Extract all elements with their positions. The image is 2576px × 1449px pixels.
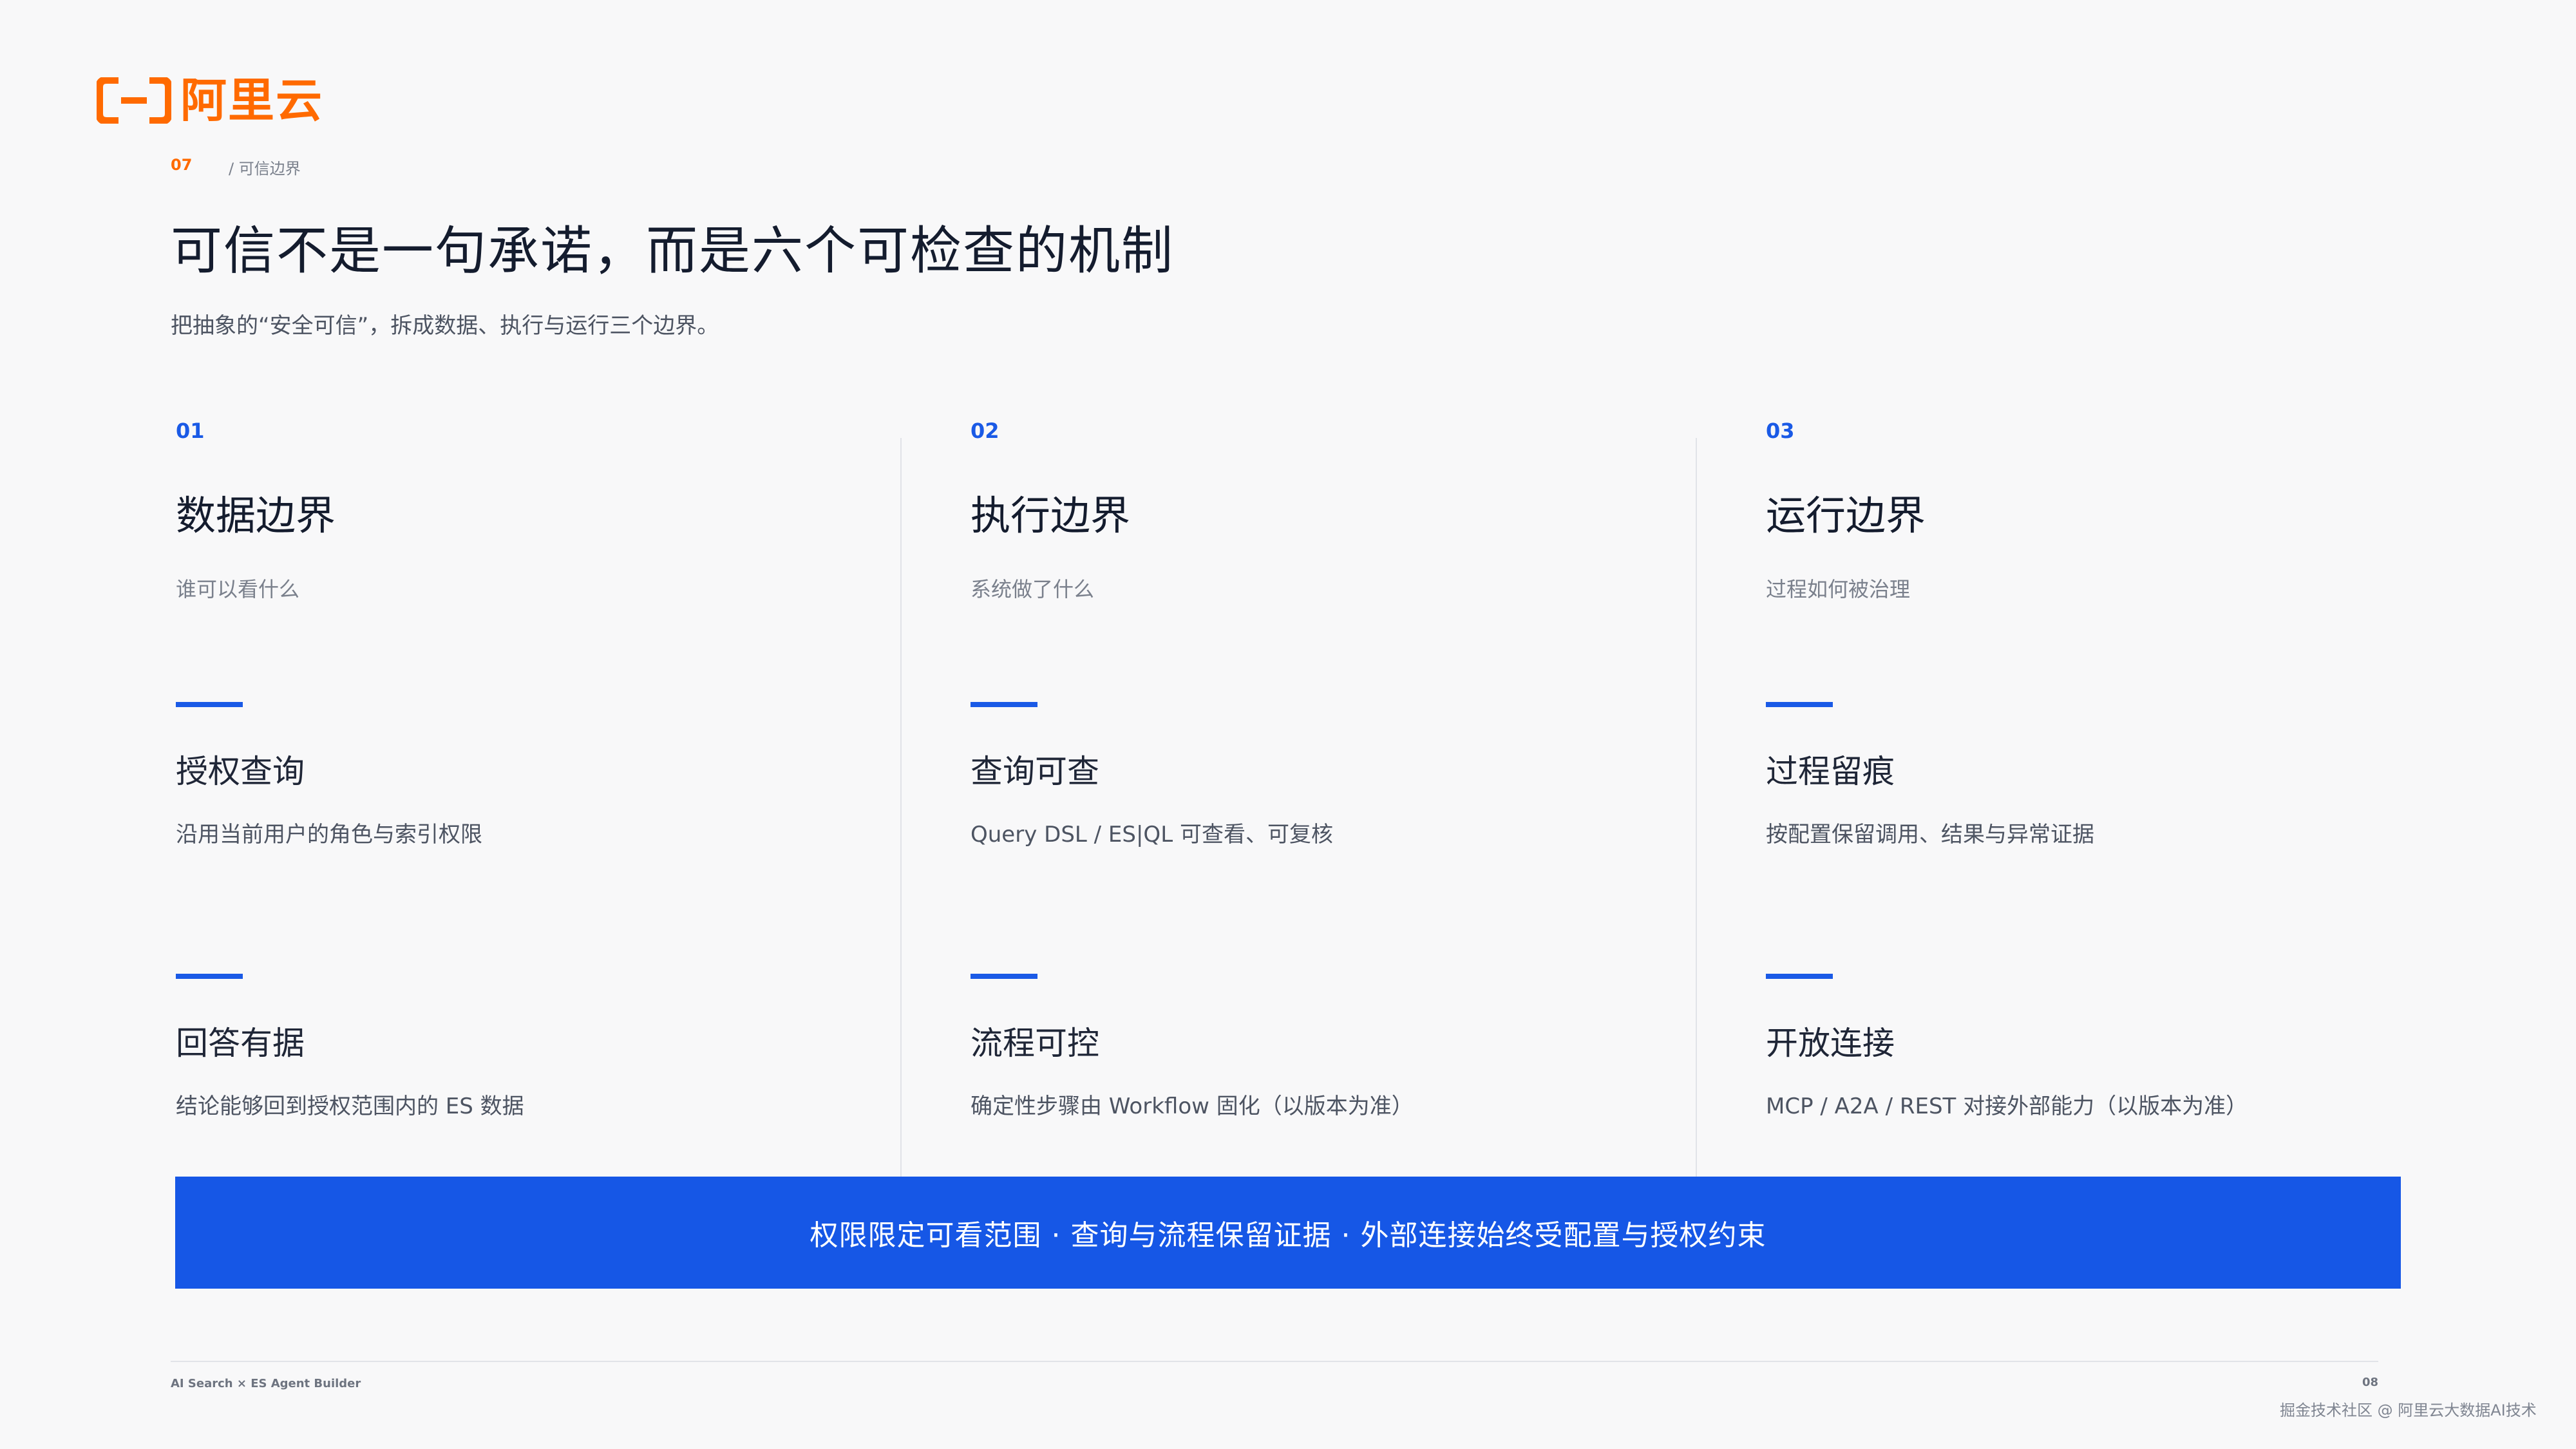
mechanism-title: 授权查询 [176, 753, 305, 790]
mechanism-title: 流程可控 [971, 1025, 1099, 1062]
accent-bar [1766, 702, 1833, 707]
mechanism-item: 开放连接 MCP / A2A / REST 对接外部能力（以版本为准） [1766, 974, 2248, 1120]
page-subtitle: 把抽象的“安全可信”，拆成数据、执行与运行三个边界。 [171, 313, 719, 339]
accent-bar [971, 974, 1037, 979]
mechanism-desc: MCP / A2A / REST 对接外部能力（以版本为准） [1766, 1094, 2248, 1119]
accent-bar [971, 702, 1037, 707]
brand-name: 阿里云 [180, 73, 324, 128]
mechanism-item: 回答有据 结论能够回到授权范围内的 ES 数据 [176, 974, 524, 1120]
column-data-boundary: 01 数据边界 谁可以看什么 授权查询 沿用当前用户的角色与索引权限 回答有据 … [176, 419, 884, 1179]
mechanism-item: 授权查询 沿用当前用户的角色与索引权限 [176, 702, 482, 848]
section-number: 07 [171, 156, 193, 174]
accent-bar [176, 974, 243, 979]
summary-banner: 权限限定可看范围 · 查询与流程保留证据 · 外部连接始终受配置与授权约束 [175, 1177, 2401, 1289]
mechanism-title: 查询可查 [971, 753, 1099, 790]
accent-bar [176, 702, 243, 707]
mechanism-title: 开放连接 [1766, 1025, 1895, 1062]
column-number: 03 [1766, 419, 1795, 443]
page-number: 08 [2362, 1376, 2379, 1389]
column-divider [900, 438, 902, 1179]
footer-divider [171, 1361, 2378, 1362]
column-subtitle: 谁可以看什么 [176, 577, 300, 601]
aliyun-logo-icon [97, 77, 171, 124]
mechanism-title: 过程留痕 [1766, 753, 1895, 790]
mechanism-title: 回答有据 [176, 1025, 305, 1062]
column-runtime-boundary: 03 运行边界 过程如何被治理 过程留痕 按配置保留调用、结果与异常证据 开放连… [1766, 419, 2474, 1179]
column-subtitle: 系统做了什么 [971, 577, 1095, 601]
section-name: / 可信边界 [229, 160, 301, 178]
mechanism-desc: 确定性步骤由 Workflow 固化（以版本为准） [971, 1094, 1414, 1119]
column-title: 数据边界 [176, 492, 336, 539]
column-subtitle: 过程如何被治理 [1766, 577, 1911, 601]
column-title: 运行边界 [1766, 492, 1926, 539]
footer-caption: AI Search × ES Agent Builder [171, 1377, 361, 1390]
accent-bar [1766, 974, 1833, 979]
mechanism-desc: 结论能够回到授权范围内的 ES 数据 [176, 1094, 524, 1119]
column-execution-boundary: 02 执行边界 系统做了什么 查询可查 Query DSL / ES|QL 可查… [971, 419, 1679, 1179]
column-number: 02 [971, 419, 999, 443]
watermark: 掘金技术社区 @ 阿里云大数据AI技术 [2280, 1401, 2537, 1419]
column-title: 执行边界 [971, 492, 1131, 539]
mechanism-item: 流程可控 确定性步骤由 Workflow 固化（以版本为准） [971, 974, 1414, 1120]
column-divider [1696, 438, 1697, 1179]
mechanism-desc: 沿用当前用户的角色与索引权限 [176, 822, 482, 848]
column-number: 01 [176, 419, 205, 443]
mechanism-desc: Query DSL / ES|QL 可查看、可复核 [971, 822, 1333, 848]
mechanism-item: 过程留痕 按配置保留调用、结果与异常证据 [1766, 702, 2094, 848]
brand-logo: 阿里云 [97, 77, 323, 124]
mechanism-item: 查询可查 Query DSL / ES|QL 可查看、可复核 [971, 702, 1333, 848]
section-label: 07 / 可信边界 [171, 156, 301, 178]
page-title: 可信不是一句承诺，而是六个可检查的机制 [171, 221, 1174, 281]
mechanism-desc: 按配置保留调用、结果与异常证据 [1766, 822, 2094, 848]
